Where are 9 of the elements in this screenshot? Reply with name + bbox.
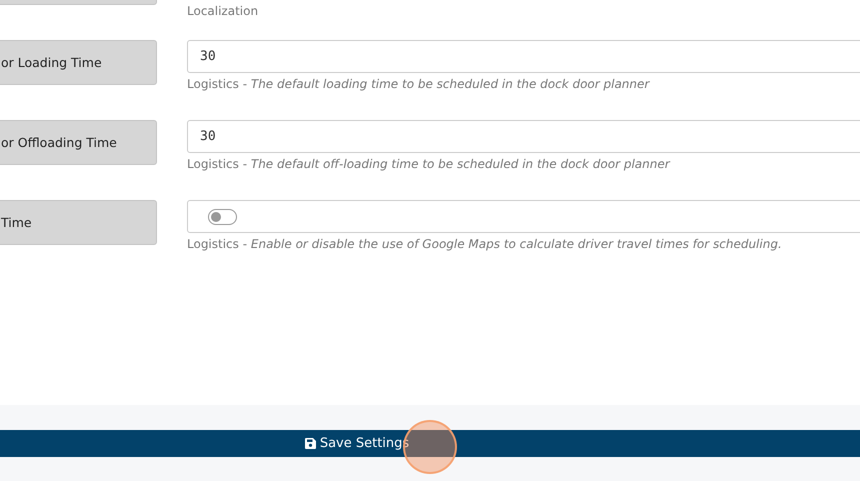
setting-label: or Loading Time [0,40,157,85]
setting-label: Time [0,200,157,245]
setting-label: or Offloading Time [0,120,157,165]
setting-hint: Localization [187,4,260,18]
input-field[interactable]: 30 [187,120,860,153]
setting-hint: Logistics - Enable or disable the use of Google Maps to calculate driver travel times for scheduling. [187,237,783,251]
input-field[interactable]: 30 [187,40,860,73]
setting-hint: Logistics - The default off-loading time to be scheduled in the dock door planner [187,157,672,171]
setting-hint: Logistics - The default loading time to be scheduled in the dock door planner [187,77,651,91]
